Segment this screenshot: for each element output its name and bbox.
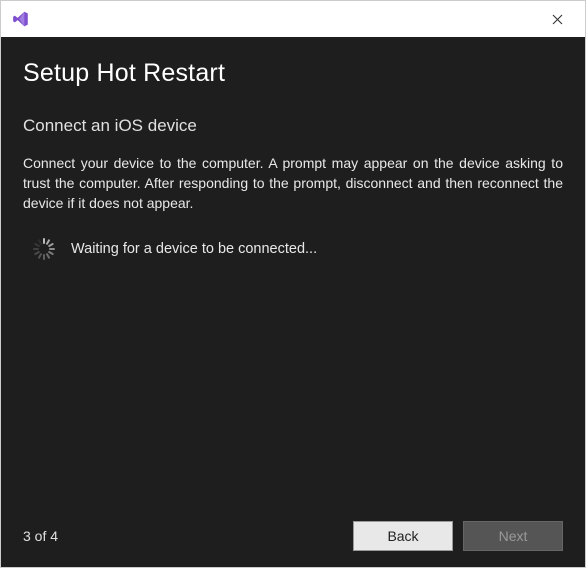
visual-studio-icon [11,9,31,29]
dialog-description: Connect your device to the computer. A p… [23,154,563,214]
close-button[interactable] [537,4,577,34]
footer: 3 of 4 Back Next [23,521,563,551]
spinner-icon [33,238,55,260]
button-row: Back Next [353,521,563,551]
status-text: Waiting for a device to be connected... [71,241,317,257]
titlebar [1,1,585,37]
step-counter: 3 of 4 [23,528,58,544]
dialog-subtitle: Connect an iOS device [23,116,563,136]
dialog-content: Setup Hot Restart Connect an iOS device … [1,37,585,567]
back-button[interactable]: Back [353,521,453,551]
status-row: Waiting for a device to be connected... [23,238,563,260]
next-button: Next [463,521,563,551]
dialog-title: Setup Hot Restart [23,59,563,88]
